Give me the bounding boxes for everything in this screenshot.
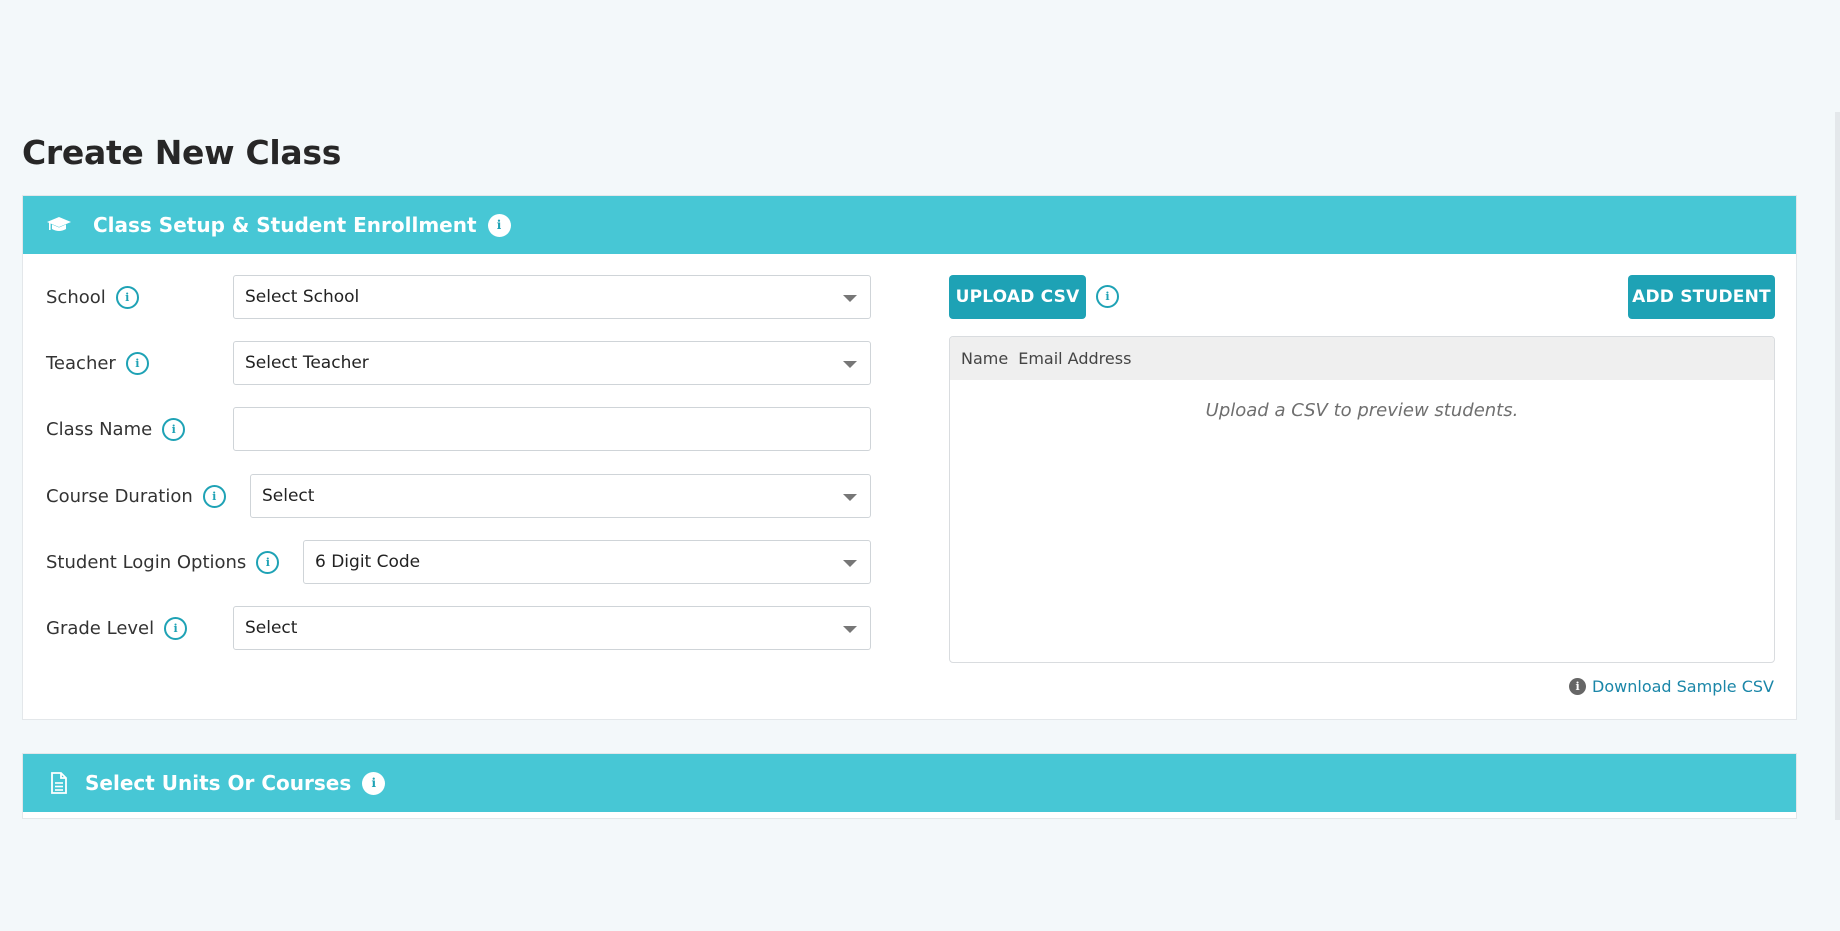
- school-select[interactable]: Select School: [233, 275, 871, 319]
- document-icon: [45, 769, 73, 797]
- grade-level-select[interactable]: Select: [233, 606, 871, 650]
- class-name-input[interactable]: [233, 407, 871, 451]
- chevron-down-icon: [843, 361, 857, 368]
- login-options-select-value: 6 Digit Code: [315, 552, 421, 572]
- class-setup-header: Class Setup & Student Enrollment i: [23, 196, 1796, 254]
- class-setup-title: Class Setup & Student Enrollment: [93, 213, 477, 237]
- table-header: Name Email Address: [950, 337, 1774, 380]
- teacher-label: Teacher: [46, 352, 116, 374]
- login-options-select[interactable]: 6 Digit Code: [303, 540, 871, 584]
- empty-state-message: Upload a CSV to preview students.: [1205, 400, 1519, 421]
- grade-level-select-value: Select: [245, 618, 298, 638]
- class-name-row: Class Name i: [46, 407, 186, 451]
- graduation-cap-icon: [45, 211, 73, 239]
- school-select-value: Select School: [245, 287, 360, 307]
- info-icon[interactable]: i: [202, 484, 226, 508]
- info-icon[interactable]: i: [487, 213, 511, 237]
- page-scrollbar[interactable]: [1835, 112, 1840, 820]
- grade-level-label: Grade Level: [46, 617, 155, 639]
- course-duration-select-value: Select: [262, 486, 315, 506]
- info-icon[interactable]: i: [115, 285, 139, 309]
- login-options-label: Student Login Options: [46, 551, 247, 573]
- column-header-name: Name: [961, 349, 1009, 368]
- course-duration-row: Course Duration i: [46, 474, 226, 518]
- info-icon[interactable]: i: [256, 550, 280, 574]
- units-panel: Select Units Or Courses i: [22, 753, 1797, 819]
- add-student-button[interactable]: ADD STUDENT: [1628, 275, 1775, 319]
- download-sample-csv-label: Download Sample CSV: [1592, 677, 1774, 696]
- units-title: Select Units Or Courses: [85, 771, 352, 795]
- units-header[interactable]: Select Units Or Courses i: [23, 754, 1796, 812]
- student-preview-table: Name Email Address Upload a CSV to previ…: [949, 336, 1775, 663]
- school-label: School: [46, 286, 106, 308]
- info-icon[interactable]: i: [162, 417, 186, 441]
- class-name-label: Class Name: [46, 418, 153, 440]
- download-sample-csv-link[interactable]: i Download Sample CSV: [1569, 677, 1774, 696]
- chevron-down-icon: [843, 626, 857, 633]
- info-icon[interactable]: i: [362, 771, 386, 795]
- page-title: Create New Class: [22, 133, 342, 172]
- grade-level-row: Grade Level i: [46, 606, 188, 650]
- school-row: School i: [46, 275, 139, 319]
- info-icon[interactable]: i: [125, 351, 149, 375]
- upload-csv-button[interactable]: UPLOAD CSV: [949, 275, 1086, 319]
- course-duration-select[interactable]: Select: [250, 474, 871, 518]
- teacher-select-value: Select Teacher: [245, 353, 369, 373]
- chevron-down-icon: [843, 494, 857, 501]
- info-icon: i: [1569, 678, 1587, 695]
- info-icon[interactable]: i: [1096, 285, 1119, 308]
- chevron-down-icon: [843, 295, 857, 302]
- teacher-row: Teacher i: [46, 341, 149, 385]
- teacher-select[interactable]: Select Teacher: [233, 341, 871, 385]
- course-duration-label: Course Duration: [46, 485, 193, 507]
- class-setup-panel: Class Setup & Student Enrollment i Schoo…: [22, 195, 1797, 720]
- chevron-down-icon: [843, 560, 857, 567]
- login-options-row: Student Login Options i: [46, 540, 280, 584]
- info-icon[interactable]: i: [164, 616, 188, 640]
- column-header-email: Email Address: [1018, 349, 1132, 368]
